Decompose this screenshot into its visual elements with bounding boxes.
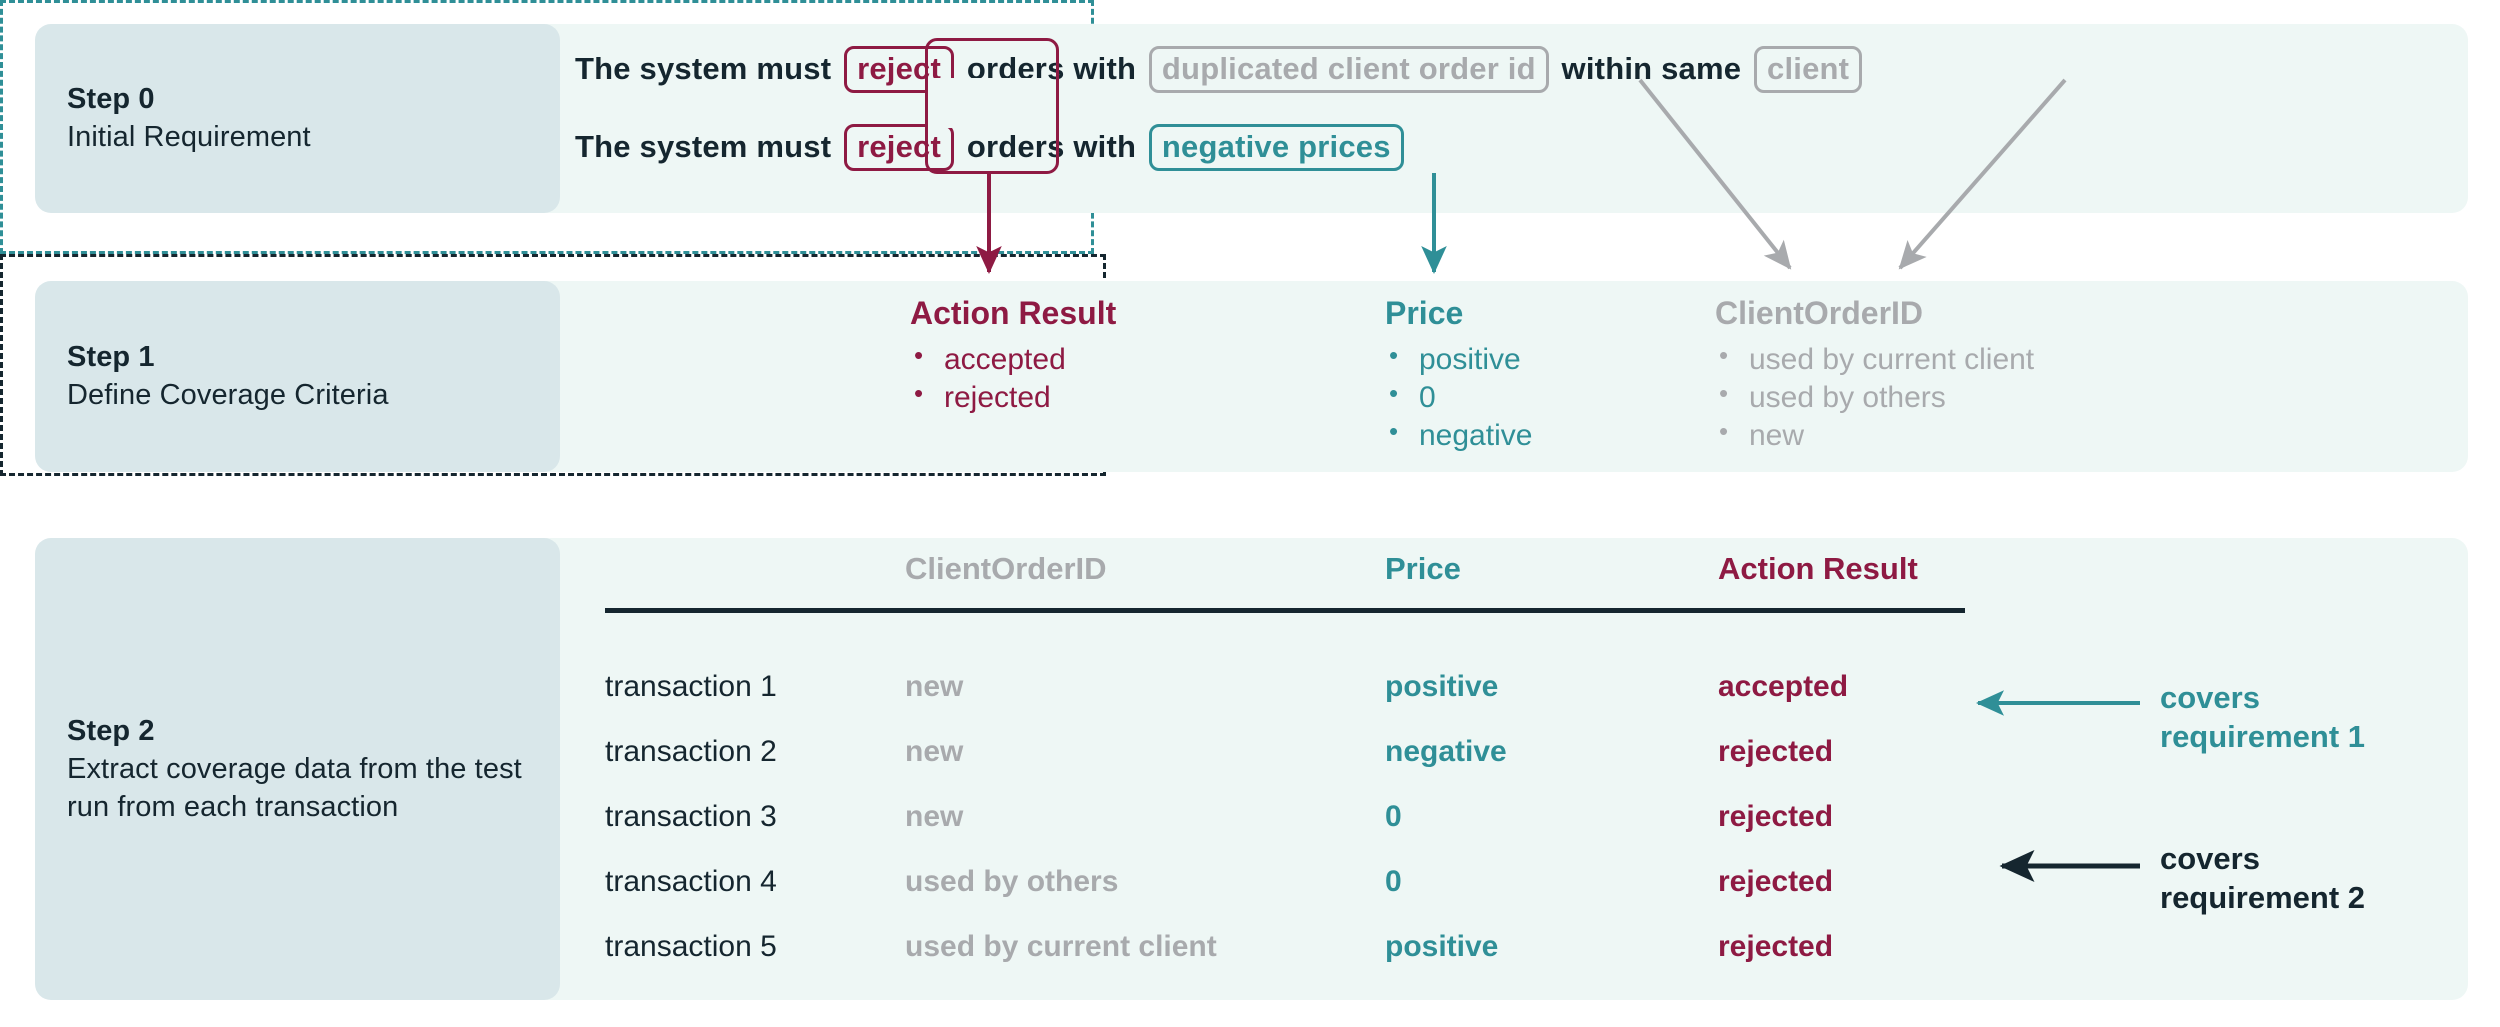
criteria-clientorderid-title: ClientOrderID — [1715, 295, 1924, 331]
criteria-action-result: Action Result accepted rejected — [910, 293, 1116, 417]
step-2-number: Step 2 — [67, 714, 155, 747]
criteria-clientorderid-list: used by current client used by others ne… — [1715, 339, 2034, 456]
criteria-price: Price positive 0 negative — [1385, 293, 1532, 456]
table-cell-action-result: rejected — [1718, 865, 1834, 898]
table-cell-price: negative — [1385, 735, 1507, 768]
step-2-description: Extract coverage data from the test run … — [67, 752, 522, 823]
table-cell-clientorderid: new — [905, 735, 964, 768]
criteria-clientorderid: ClientOrderID used by current client use… — [1715, 293, 2034, 456]
table-cell-clientorderid: new — [905, 800, 964, 833]
step-1-row: Step 1 Define Coverage Criteria — [35, 281, 2468, 472]
table-row-label: transaction 1 — [605, 670, 777, 703]
step-1-number: Step 1 — [67, 341, 155, 374]
annotation-line-1: covers — [2160, 841, 2260, 876]
reject-group-outline — [925, 38, 1059, 174]
req2-text-a: The system must — [575, 129, 841, 164]
table-cell-price: positive — [1385, 930, 1499, 963]
annotation-line-2: requirement 1 — [2160, 718, 2366, 754]
table-cell-action-result: rejected — [1718, 735, 1834, 768]
table-cell-clientorderid: used by others — [905, 865, 1119, 898]
requirement-1-sentence: The system must reject orders with dupli… — [575, 46, 1866, 93]
table-cell-action-result: rejected — [1718, 800, 1834, 833]
table-header-clientorderid: ClientOrderID — [905, 551, 1107, 586]
criteria-action-result-title: Action Result — [910, 295, 1117, 331]
table-cell-price: positive — [1385, 670, 1499, 703]
criteria-value: negative — [1385, 415, 1532, 455]
step-1-label: Step 1 Define Coverage Criteria — [35, 281, 560, 472]
criteria-value: accepted — [910, 339, 1116, 379]
annotation-covers-requirement-2: covers requirement 2 — [2160, 840, 2365, 918]
req1-text-a: The system must — [575, 51, 841, 86]
req1-text-c: within same — [1552, 51, 1750, 86]
annotation-line-1: covers — [2160, 680, 2260, 715]
step-1-description: Define Coverage Criteria — [67, 379, 389, 412]
criteria-price-list: positive 0 negative — [1385, 339, 1532, 456]
step-0-description: Initial Requirement — [67, 121, 311, 154]
annotation-covers-requirement-1: covers requirement 1 — [2160, 679, 2365, 757]
criteria-action-result-list: accepted rejected — [910, 339, 1116, 418]
criteria-value: new — [1715, 415, 2034, 455]
annotation-line-2: requirement 2 — [2160, 879, 2366, 915]
table-cell-action-result: accepted — [1718, 670, 1849, 703]
req1-chip-client: client — [1754, 46, 1863, 93]
criteria-value: rejected — [910, 377, 1116, 417]
table-row-label: transaction 5 — [605, 930, 777, 963]
table-header-rule — [605, 608, 1965, 613]
table-header-price: Price — [1385, 551, 1461, 586]
table-cell-price: 0 — [1385, 800, 1402, 833]
table-cell-clientorderid: new — [905, 670, 964, 703]
table-row-label: transaction 3 — [605, 800, 777, 833]
criteria-value: positive — [1385, 339, 1532, 379]
table-cell-action-result: rejected — [1718, 930, 1834, 963]
table-row-label: transaction 2 — [605, 735, 777, 768]
criteria-price-title: Price — [1385, 295, 1464, 331]
table-cell-price: 0 — [1385, 865, 1402, 898]
req1-chip-duplicated-client-order-id: duplicated client order id — [1148, 46, 1549, 93]
diagram-canvas: Step 0 Initial Requirement The system mu… — [0, 0, 2500, 1027]
table-header-action-result: Action Result — [1718, 551, 1918, 586]
step-0-label: Step 0 Initial Requirement — [35, 24, 560, 213]
table-cell-clientorderid: used by current client — [905, 930, 1217, 963]
criteria-value: 0 — [1385, 377, 1532, 417]
criteria-value: used by current client — [1715, 339, 2034, 379]
table-row-label: transaction 4 — [605, 865, 777, 898]
criteria-value: used by others — [1715, 377, 2034, 417]
step-2-label: Step 2 Extract coverage data from the te… — [35, 538, 560, 1000]
req2-chip-negative-prices: negative prices — [1148, 124, 1404, 171]
step-0-number: Step 0 — [67, 83, 155, 116]
